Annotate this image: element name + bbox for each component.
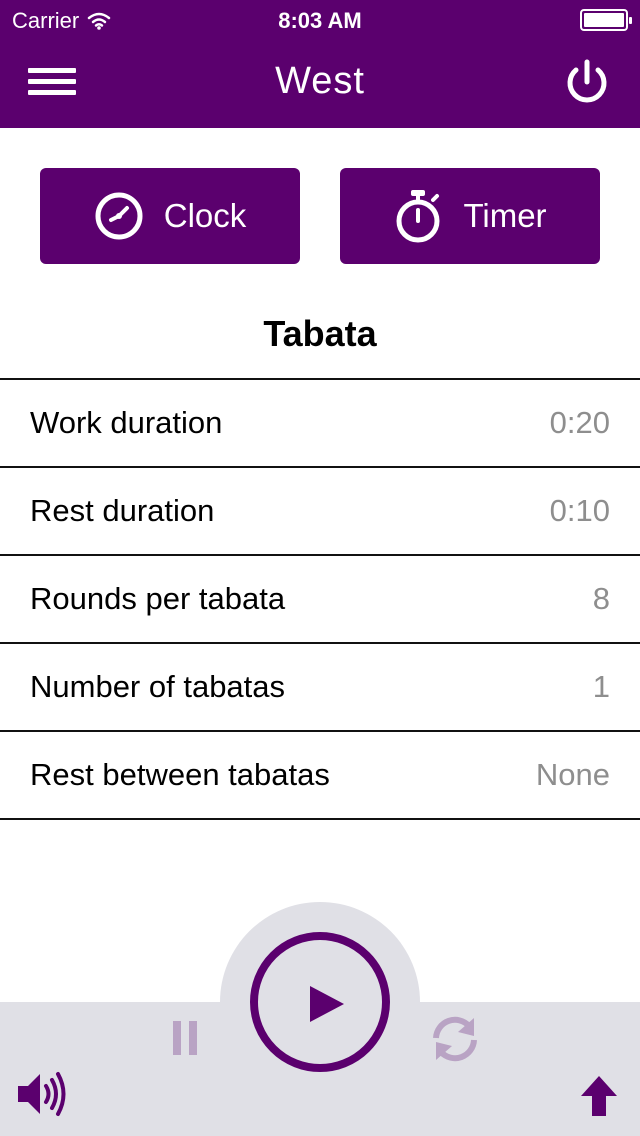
app-header: Carrier 8:03 AM West xyxy=(0,0,640,128)
reset-button[interactable] xyxy=(428,1012,482,1066)
upload-arrow-icon xyxy=(581,1076,617,1116)
stopwatch-icon xyxy=(396,190,440,243)
setting-value: 1 xyxy=(592,669,610,704)
timer-button-label: Timer xyxy=(463,197,547,234)
setting-row-rest-duration[interactable]: Rest duration 0:10 xyxy=(0,468,640,556)
status-bar: Carrier 8:03 AM xyxy=(0,0,640,40)
pause-button[interactable] xyxy=(173,1021,197,1055)
battery-level-fill xyxy=(584,13,624,27)
refresh-icon xyxy=(433,1016,477,1062)
setting-row-rest-between-tabatas[interactable]: Rest between tabatas None xyxy=(0,732,640,820)
setting-value: 0:10 xyxy=(549,493,610,528)
page-title: West xyxy=(275,60,365,102)
nav-bar: West xyxy=(0,40,640,128)
setting-value: 8 xyxy=(592,581,610,616)
setting-label: Number of tabatas xyxy=(30,669,286,704)
setting-label: Rest between tabatas xyxy=(30,757,330,792)
play-button[interactable] xyxy=(250,932,390,1072)
setting-value: None xyxy=(535,757,610,792)
setting-label: Work duration xyxy=(30,405,223,440)
pause-icon xyxy=(173,1021,181,1055)
clock-button-label: Clock xyxy=(163,197,247,234)
setting-row-number-of-tabatas[interactable]: Number of tabatas 1 xyxy=(0,644,640,732)
upload-button[interactable] xyxy=(580,1074,618,1118)
battery-icon xyxy=(580,9,632,31)
power-icon[interactable] xyxy=(564,58,610,108)
status-time: 8:03 AM xyxy=(278,8,362,33)
volume-icon xyxy=(18,1072,66,1116)
setting-row-work-duration[interactable]: Work duration 0:20 xyxy=(0,380,640,468)
play-icon xyxy=(310,986,344,1022)
clock-button[interactable]: Clock xyxy=(40,168,300,264)
settings-list: Work duration 0:20 Rest duration 0:10 Ro… xyxy=(0,378,640,820)
pause-icon xyxy=(189,1021,197,1055)
clock-icon xyxy=(95,192,143,240)
section-title: Tabata xyxy=(263,313,377,354)
setting-label: Rounds per tabata xyxy=(30,581,286,616)
setting-value: 0:20 xyxy=(549,405,610,440)
setting-label: Rest duration xyxy=(30,493,215,528)
setting-row-rounds-per-tabata[interactable]: Rounds per tabata 8 xyxy=(0,556,640,644)
volume-button[interactable] xyxy=(16,1068,68,1120)
timer-button[interactable]: Timer xyxy=(340,168,600,264)
